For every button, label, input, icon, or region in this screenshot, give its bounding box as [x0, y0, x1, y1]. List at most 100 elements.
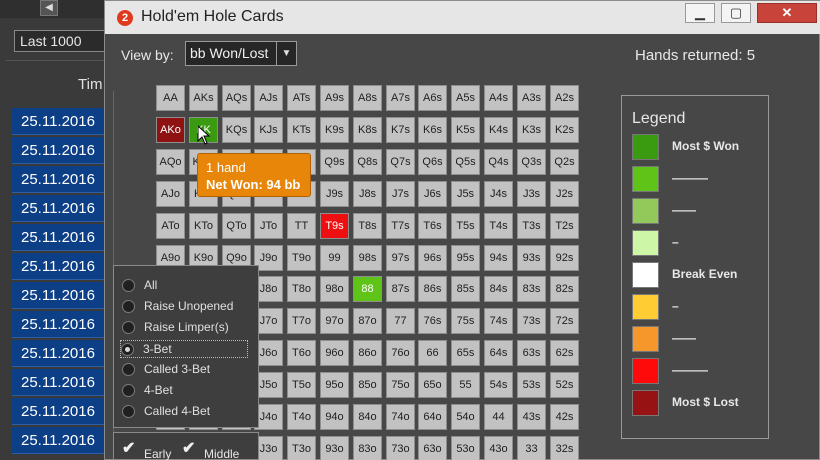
action-option[interactable]: 4-Bet: [122, 382, 252, 400]
hand-cell-j7s[interactable]: J7s: [386, 181, 415, 207]
hand-cell-74s[interactable]: 74s: [484, 308, 513, 334]
action-option[interactable]: Raise Limper(s): [122, 319, 252, 337]
hand-cell-j5s[interactable]: J5s: [451, 181, 480, 207]
hand-cell-83s[interactable]: 83s: [517, 276, 546, 302]
hand-cell-73o[interactable]: 73o: [386, 436, 415, 460]
hand-cell-75o[interactable]: 75o: [386, 372, 415, 398]
hand-cell-74o[interactable]: 74o: [386, 404, 415, 430]
hand-cell-62s[interactable]: 62s: [550, 340, 579, 366]
hand-cell-ato[interactable]: ATo: [156, 213, 185, 239]
hand-cell-76o[interactable]: 76o: [386, 340, 415, 366]
hand-cell-q4s[interactable]: Q4s: [484, 149, 513, 175]
hand-cell-63s[interactable]: 63s: [517, 340, 546, 366]
hand-cell-t4o[interactable]: T4o: [287, 404, 316, 430]
session-row[interactable]: 25.11.2016: [12, 166, 106, 193]
hand-cell-97s[interactable]: 97s: [386, 245, 415, 271]
session-row[interactable]: 25.11.2016: [12, 311, 106, 338]
hand-cell-63o[interactable]: 63o: [418, 436, 447, 460]
hand-cell-j4s[interactable]: J4s: [484, 181, 513, 207]
action-option[interactable]: All: [122, 277, 252, 295]
hand-cell-k8s[interactable]: K8s: [353, 117, 382, 143]
hand-cell-j9s[interactable]: J9s: [320, 181, 349, 207]
hand-cell-86s[interactable]: 86s: [418, 276, 447, 302]
hand-cell-64s[interactable]: 64s: [484, 340, 513, 366]
hand-cell-t5o[interactable]: T5o: [287, 372, 316, 398]
hand-cell-98s[interactable]: 98s: [353, 245, 382, 271]
hand-cell-96o[interactable]: 96o: [320, 340, 349, 366]
hand-cell-84s[interactable]: 84s: [484, 276, 513, 302]
session-row[interactable]: 25.11.2016: [12, 108, 106, 135]
hand-cell-kto[interactable]: KTo: [189, 213, 218, 239]
hand-cell-t8o[interactable]: T8o: [287, 276, 316, 302]
hand-cell-ajo[interactable]: AJo: [156, 181, 185, 207]
hand-cell-t9o[interactable]: T9o: [287, 245, 316, 271]
hand-cell-a9s[interactable]: A9s: [320, 85, 349, 111]
hand-cell-q8s[interactable]: Q8s: [353, 149, 382, 175]
hand-cell-94o[interactable]: 94o: [320, 404, 349, 430]
hand-cell-65o[interactable]: 65o: [418, 372, 447, 398]
hand-cell-k6s[interactable]: K6s: [418, 117, 447, 143]
hand-cell-t9s[interactable]: T9s: [320, 213, 349, 239]
hand-cell-a5s[interactable]: A5s: [451, 85, 480, 111]
hand-cell-k5s[interactable]: K5s: [451, 117, 480, 143]
minimize-button[interactable]: ▁: [685, 3, 715, 23]
hand-cell-53s[interactable]: 53s: [517, 372, 546, 398]
close-button[interactable]: ✕: [757, 3, 817, 23]
hand-cell-94s[interactable]: 94s: [484, 245, 513, 271]
hand-cell-43s[interactable]: 43s: [517, 404, 546, 430]
hand-cell-86o[interactable]: 86o: [353, 340, 382, 366]
hand-cell-t7o[interactable]: T7o: [287, 308, 316, 334]
action-option[interactable]: Called 4-Bet: [122, 403, 252, 421]
hand-cell-q3s[interactable]: Q3s: [517, 149, 546, 175]
hand-cell-a3s[interactable]: A3s: [517, 85, 546, 111]
radio-button[interactable]: [122, 405, 135, 418]
hand-cell-j8s[interactable]: J8s: [353, 181, 382, 207]
session-row[interactable]: 25.11.2016: [12, 224, 106, 251]
hand-cell-k2s[interactable]: K2s: [550, 117, 579, 143]
hand-cell-a2s[interactable]: A2s: [550, 85, 579, 111]
hand-cell-t5s[interactable]: T5s: [451, 213, 480, 239]
nav-back-button[interactable]: ◀: [40, 0, 58, 16]
hand-cell-aqo[interactable]: AQo: [156, 149, 185, 175]
hand-cell-87o[interactable]: 87o: [353, 308, 382, 334]
hand-cell-q2s[interactable]: Q2s: [550, 149, 579, 175]
hand-cell-55[interactable]: 55: [451, 372, 480, 398]
hand-cell-kqs[interactable]: KQs: [222, 117, 251, 143]
hand-cell-54o[interactable]: 54o: [451, 404, 480, 430]
hand-cell-qto[interactable]: QTo: [222, 213, 251, 239]
hand-cell-83o[interactable]: 83o: [353, 436, 382, 460]
session-row[interactable]: 25.11.2016: [12, 398, 106, 425]
hand-cell-k3s[interactable]: K3s: [517, 117, 546, 143]
hand-cell-64o[interactable]: 64o: [418, 404, 447, 430]
hand-cell-93o[interactable]: 93o: [320, 436, 349, 460]
radio-button[interactable]: [122, 321, 135, 334]
hand-cell-t8s[interactable]: T8s: [353, 213, 382, 239]
hand-cell-99[interactable]: 99: [320, 245, 349, 271]
hand-cell-88[interactable]: 88: [353, 276, 382, 302]
hand-cell-aks[interactable]: AKs: [189, 85, 218, 111]
hand-cell-96s[interactable]: 96s: [418, 245, 447, 271]
view-by-select[interactable]: bb Won/Lost ▼: [185, 41, 297, 66]
hand-cell-k4s[interactable]: K4s: [484, 117, 513, 143]
hand-cell-75s[interactable]: 75s: [451, 308, 480, 334]
hand-cell-j6s[interactable]: J6s: [418, 181, 447, 207]
hand-cell-84o[interactable]: 84o: [353, 404, 382, 430]
hand-cell-65s[interactable]: 65s: [451, 340, 480, 366]
action-option[interactable]: Called 3-Bet: [122, 361, 252, 379]
hand-cell-a4s[interactable]: A4s: [484, 85, 513, 111]
time-column-header[interactable]: Tim: [78, 76, 102, 93]
hand-cell-95o[interactable]: 95o: [320, 372, 349, 398]
hand-cell-52s[interactable]: 52s: [550, 372, 579, 398]
hand-cell-77[interactable]: 77: [386, 308, 415, 334]
hand-cell-j3s[interactable]: J3s: [517, 181, 546, 207]
hand-cell-a7s[interactable]: A7s: [386, 85, 415, 111]
session-row[interactable]: 25.11.2016: [12, 253, 106, 280]
hand-cell-ats[interactable]: ATs: [287, 85, 316, 111]
checkbox-early[interactable]: ✔: [122, 441, 136, 457]
hand-cell-42s[interactable]: 42s: [550, 404, 579, 430]
hand-cell-a8s[interactable]: A8s: [353, 85, 382, 111]
hand-cell-q5s[interactable]: Q5s: [451, 149, 480, 175]
radio-button[interactable]: [122, 279, 135, 292]
checkbox-middle[interactable]: ✔: [182, 441, 196, 457]
hand-cell-k9s[interactable]: K9s: [320, 117, 349, 143]
